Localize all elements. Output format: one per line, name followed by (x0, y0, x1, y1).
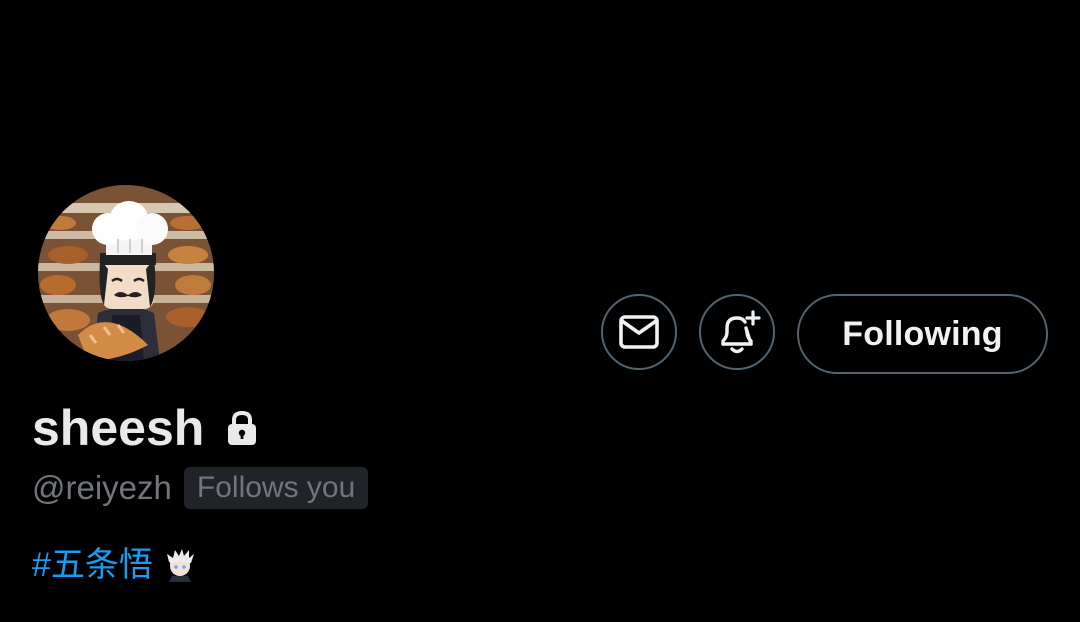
handle-row: @reiyezh Follows you (32, 466, 369, 510)
bell-plus-icon (721, 310, 761, 354)
name-row: sheesh (32, 398, 258, 458)
display-name: sheesh (32, 400, 205, 456)
profile-bio: #五条悟 (32, 542, 195, 588)
message-button[interactable] (601, 294, 677, 370)
notify-button[interactable] (699, 294, 775, 370)
envelope-icon (619, 315, 659, 349)
profile-header: Following sheesh @reiyezh Follows you #五… (0, 0, 1080, 622)
avatar-image (38, 185, 214, 361)
bio-hashtag-link[interactable]: #五条悟 (32, 542, 153, 588)
user-handle: @reiyezh (32, 469, 172, 506)
gojo-emoji-icon (166, 549, 194, 582)
following-button[interactable]: Following (797, 294, 1048, 374)
follows-you-badge: Follows you (183, 467, 369, 509)
lock-icon (228, 410, 257, 445)
profile-avatar[interactable] (38, 185, 214, 361)
